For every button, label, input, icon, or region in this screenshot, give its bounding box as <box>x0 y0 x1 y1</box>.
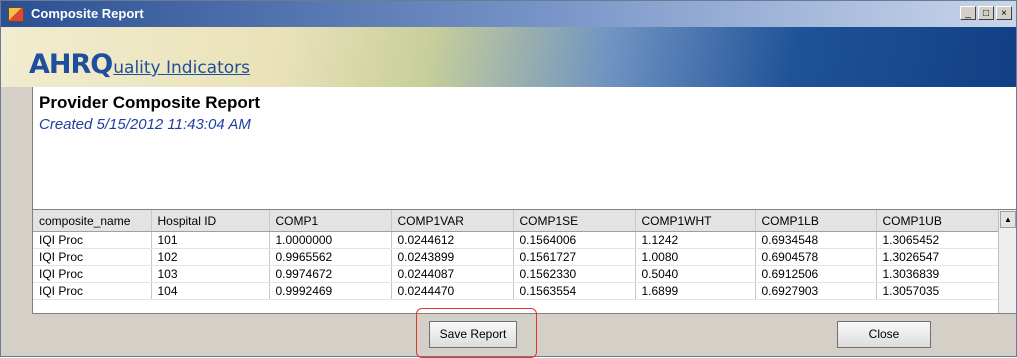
ahrq-logo: AHRQuality Indicators <box>29 49 250 80</box>
table-cell[interactable]: 1.0080 <box>635 248 756 266</box>
logo-main-text: AHRQ <box>29 49 113 80</box>
vertical-scrollbar[interactable]: ▲ <box>998 210 1016 313</box>
title-bar[interactable]: Composite Report _ □ × <box>1 1 1016 27</box>
table-cell[interactable]: 0.6912506 <box>755 265 877 283</box>
column-header-composite-name[interactable]: composite_name <box>33 210 152 232</box>
column-header-comp1se[interactable]: COMP1SE <box>513 210 636 232</box>
table-cell[interactable]: IQI Proc <box>33 231 152 249</box>
window-controls: _ □ × <box>960 6 1012 20</box>
table-cell[interactable]: 0.1564006 <box>513 231 636 249</box>
table-cell[interactable]: 0.5040 <box>635 265 756 283</box>
column-header-comp1lb[interactable]: COMP1LB <box>755 210 877 232</box>
logo-rest-text: uality Indicators <box>113 58 250 78</box>
close-button[interactable]: Close <box>837 321 931 348</box>
column-header-comp1wht[interactable]: COMP1WHT <box>635 210 756 232</box>
table-header-row: composite_name Hospital ID COMP1 COMP1VA… <box>33 210 1000 232</box>
table-cell[interactable]: 102 <box>151 248 270 266</box>
app-icon <box>8 7 24 22</box>
column-header-comp1ub[interactable]: COMP1UB <box>876 210 1000 232</box>
ahrq-banner: AHRQuality Indicators <box>1 27 1016 87</box>
table-cell[interactable]: 1.3065452 <box>876 231 1000 249</box>
composite-table: composite_name Hospital ID COMP1 COMP1VA… <box>33 210 1000 300</box>
window-title: Composite Report <box>31 6 144 21</box>
maximize-button[interactable]: □ <box>978 6 994 20</box>
composite-data-grid[interactable]: composite_name Hospital ID COMP1 COMP1VA… <box>32 209 1016 314</box>
report-header-area: Provider Composite Report Created 5/15/2… <box>32 87 1016 209</box>
close-window-button[interactable]: × <box>996 6 1012 20</box>
table-cell[interactable]: 0.9974672 <box>269 265 392 283</box>
table-cell[interactable]: 0.9965562 <box>269 248 392 266</box>
table-cell[interactable]: IQI Proc <box>33 282 152 300</box>
table-cell[interactable]: 101 <box>151 231 270 249</box>
column-header-hospital-id[interactable]: Hospital ID <box>151 210 270 232</box>
table-cell[interactable]: 0.0244470 <box>391 282 514 300</box>
table-row[interactable]: IQI Proc 104 0.9992469 0.0244470 0.15635… <box>33 282 1000 300</box>
table-cell[interactable]: 0.1563554 <box>513 282 636 300</box>
table-cell[interactable]: 103 <box>151 265 270 283</box>
scroll-up-arrow-icon[interactable]: ▲ <box>1000 211 1016 228</box>
table-cell[interactable]: 1.1242 <box>635 231 756 249</box>
table-row[interactable]: IQI Proc 101 1.0000000 0.0244612 0.15640… <box>33 231 1000 249</box>
minimize-button[interactable]: _ <box>960 6 976 20</box>
table-cell[interactable]: 0.0244087 <box>391 265 514 283</box>
table-cell[interactable]: 0.9992469 <box>269 282 392 300</box>
table-row[interactable]: IQI Proc 103 0.9974672 0.0244087 0.15623… <box>33 265 1000 283</box>
table-cell[interactable]: 0.6934548 <box>755 231 877 249</box>
table-cell[interactable]: 0.1561727 <box>513 248 636 266</box>
table-cell[interactable]: 1.3036839 <box>876 265 1000 283</box>
report-created-date: Created 5/15/2012 11:43:04 AM <box>39 116 251 133</box>
table-cell[interactable]: 1.3057035 <box>876 282 1000 300</box>
table-cell[interactable]: IQI Proc <box>33 265 152 283</box>
table-cell[interactable]: 0.1562330 <box>513 265 636 283</box>
table-cell[interactable]: 1.0000000 <box>269 231 392 249</box>
column-header-comp1var[interactable]: COMP1VAR <box>391 210 514 232</box>
table-cell[interactable]: 0.6927903 <box>755 282 877 300</box>
table-cell[interactable]: 1.3026547 <box>876 248 1000 266</box>
table-cell[interactable]: 0.0244612 <box>391 231 514 249</box>
composite-report-window: Composite Report _ □ × AHRQuality Indica… <box>0 0 1017 357</box>
table-cell[interactable]: IQI Proc <box>33 248 152 266</box>
save-report-highlight <box>416 308 537 358</box>
table-row[interactable]: IQI Proc 102 0.9965562 0.0243899 0.15617… <box>33 248 1000 266</box>
table-cell[interactable]: 0.0243899 <box>391 248 514 266</box>
table-cell[interactable]: 104 <box>151 282 270 300</box>
table-cell[interactable]: 0.6904578 <box>755 248 877 266</box>
column-header-comp1[interactable]: COMP1 <box>269 210 392 232</box>
report-title: Provider Composite Report <box>39 93 261 112</box>
table-cell[interactable]: 1.6899 <box>635 282 756 300</box>
